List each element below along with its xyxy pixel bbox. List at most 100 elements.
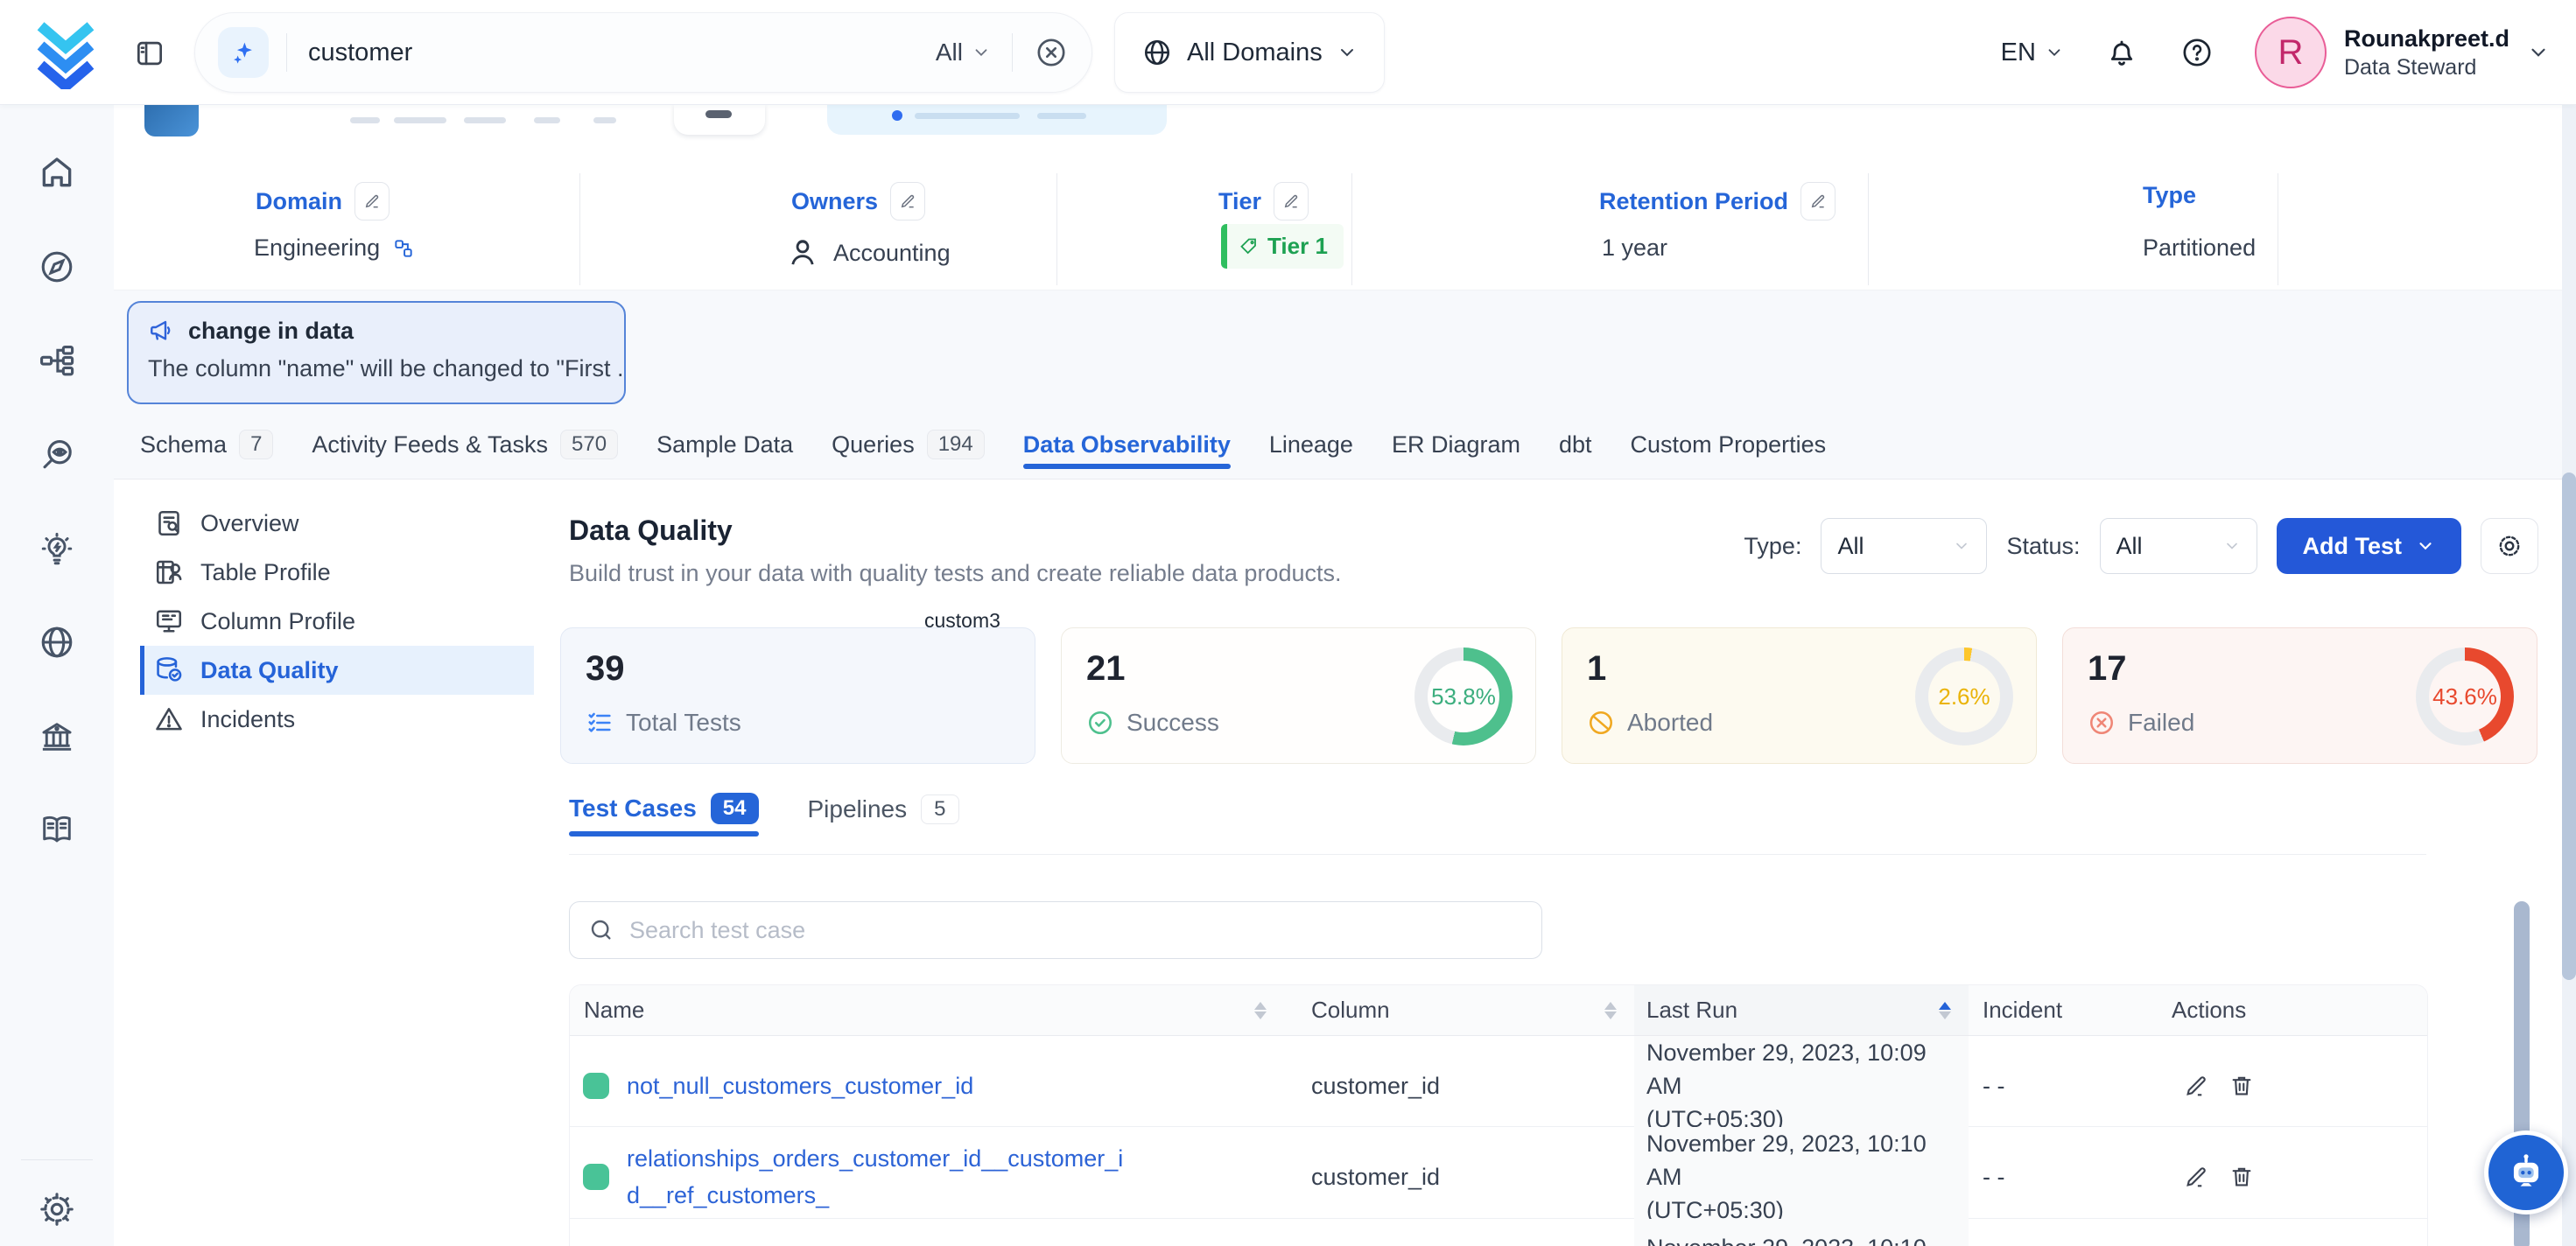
pencil-icon bbox=[363, 192, 381, 210]
tab-dbt[interactable]: dbt bbox=[1559, 431, 1592, 462]
chevron-down-icon bbox=[2045, 43, 2064, 62]
total-tests-value: 39 bbox=[586, 649, 1010, 689]
top-navbar: All All Domains EN bbox=[0, 0, 2576, 105]
sidebar-observability-icon[interactable] bbox=[38, 436, 76, 474]
clear-search-icon[interactable] bbox=[1034, 35, 1069, 70]
incidents-icon bbox=[153, 704, 185, 735]
chevron-down-icon bbox=[1953, 537, 1970, 555]
menu-item-table-profile[interactable]: Table Profile bbox=[140, 548, 534, 597]
type-label: Type bbox=[2143, 182, 2196, 209]
add-test-button[interactable]: Add Test bbox=[2277, 518, 2462, 574]
total-tests-card[interactable]: 39 Total Tests bbox=[560, 627, 1035, 764]
table-header-row: Name Column Last Run Incident Actions bbox=[570, 985, 2427, 1036]
last-run-cell: November 29, 2023, 10:10 AM(UTC+05:30) bbox=[1634, 1127, 1969, 1227]
edit-tier-button[interactable] bbox=[1274, 182, 1309, 220]
tab-activity-feeds[interactable]: Activity Feeds & Tasks570 bbox=[312, 430, 618, 463]
search-divider bbox=[1012, 33, 1013, 72]
edit-retention-button[interactable] bbox=[1800, 182, 1835, 220]
sort-icon[interactable] bbox=[1604, 1002, 1617, 1019]
subtab-test-cases[interactable]: Test Cases 54 bbox=[569, 793, 759, 836]
clipped-breadcrumb-fragment bbox=[593, 117, 616, 123]
delete-test-icon[interactable] bbox=[2229, 1164, 2255, 1190]
pipelines-count-badge: 5 bbox=[921, 794, 958, 824]
clipped-breadcrumb-fragment bbox=[464, 117, 506, 123]
menu-item-incidents[interactable]: Incidents bbox=[140, 695, 534, 744]
header-last-run[interactable]: Last Run bbox=[1634, 985, 1969, 1035]
sidebar-glossary-icon[interactable] bbox=[38, 810, 76, 849]
tab-data-observability[interactable]: Data Observability bbox=[1023, 431, 1231, 462]
sidebar-explore-icon[interactable] bbox=[38, 248, 76, 286]
megaphone-icon bbox=[148, 317, 176, 345]
chevron-down-icon[interactable] bbox=[2527, 41, 2550, 64]
table-row: unique_customers_customer_id customer_id… bbox=[570, 1219, 2427, 1246]
test-case-search bbox=[569, 901, 1542, 959]
tab-er-diagram[interactable]: ER Diagram bbox=[1392, 431, 1520, 462]
test-case-link[interactable]: not_null_customers_customer_id bbox=[627, 1068, 973, 1104]
success-gauge: 53.8% bbox=[1414, 648, 1513, 746]
tab-sample-data[interactable]: Sample Data bbox=[656, 431, 793, 462]
sidebar-governance-icon[interactable] bbox=[38, 718, 76, 756]
sidebar-settings-icon[interactable] bbox=[38, 1190, 76, 1228]
tier-badge: Tier 1 bbox=[1221, 224, 1344, 269]
edit-domain-button[interactable] bbox=[354, 182, 390, 220]
type-filter-select[interactable]: All bbox=[1821, 518, 1987, 574]
failed-tests-card[interactable]: 17 Failed 43.6% bbox=[2062, 627, 2537, 764]
test-subtabs: Test Cases 54 Pipelines 5 bbox=[569, 784, 959, 836]
subtab-pipelines[interactable]: Pipelines 5 bbox=[808, 794, 959, 836]
header-actions: Actions bbox=[2137, 985, 2428, 1035]
global-search-input[interactable] bbox=[308, 38, 936, 67]
tier-label: Tier bbox=[1218, 182, 1309, 220]
aborted-label: Aborted bbox=[1627, 709, 1713, 737]
last-run-cell: November 29, 2023, 10:10 AM bbox=[1634, 1219, 1969, 1246]
tab-queries[interactable]: Queries194 bbox=[832, 430, 985, 463]
delete-test-icon[interactable] bbox=[2229, 1073, 2255, 1099]
sidebar-home-icon[interactable] bbox=[38, 153, 76, 192]
test-case-search-input[interactable] bbox=[629, 917, 1524, 944]
data-quality-icon bbox=[153, 654, 185, 686]
clipped-breadcrumb-fragment bbox=[534, 117, 560, 123]
edit-owners-button[interactable] bbox=[890, 182, 925, 220]
sort-icon-active[interactable] bbox=[1939, 1002, 1951, 1019]
left-sidebar bbox=[0, 105, 114, 1246]
menu-item-overview[interactable]: Overview bbox=[140, 499, 534, 548]
page-scrollbar-thumb[interactable] bbox=[2562, 472, 2576, 980]
globe-icon bbox=[1141, 37, 1173, 68]
search-scope-dropdown[interactable]: All bbox=[936, 38, 991, 66]
chat-assistant-button[interactable] bbox=[2484, 1130, 2568, 1214]
test-case-link[interactable]: relationships_orders_customer_id__custom… bbox=[627, 1140, 1134, 1214]
header-name[interactable]: Name bbox=[570, 985, 1284, 1035]
announcement-banner[interactable]: change in data The column "name" will be… bbox=[127, 301, 626, 404]
sort-icon[interactable] bbox=[1254, 1002, 1267, 1019]
type-filter-label: Type: bbox=[1744, 533, 1801, 560]
domain-value[interactable]: Engineering bbox=[254, 234, 415, 262]
owners-value[interactable]: Accounting bbox=[784, 234, 951, 271]
tab-lineage[interactable]: Lineage bbox=[1269, 431, 1353, 462]
all-domains-dropdown[interactable]: All Domains bbox=[1114, 12, 1385, 93]
tier-value[interactable]: Tier 1 bbox=[1221, 224, 1344, 269]
sidebar-insights-icon[interactable] bbox=[38, 530, 76, 569]
sidebar-domains-icon[interactable] bbox=[38, 623, 76, 662]
user-avatar[interactable]: R bbox=[2255, 17, 2327, 88]
success-tests-card[interactable]: 21 Success 53.8% bbox=[1061, 627, 1536, 764]
aborted-tests-card[interactable]: 1 Aborted 2.6% bbox=[1562, 627, 2037, 764]
header-column[interactable]: Column bbox=[1284, 985, 1634, 1035]
app-logo-icon[interactable] bbox=[30, 18, 102, 89]
ai-sparkle-icon[interactable] bbox=[218, 27, 269, 78]
menu-item-data-quality[interactable]: Data Quality bbox=[140, 646, 534, 695]
edit-test-icon[interactable] bbox=[2183, 1164, 2209, 1190]
tab-schema[interactable]: Schema7 bbox=[140, 430, 273, 463]
notifications-bell-icon[interactable] bbox=[2104, 35, 2139, 70]
sidebar-lineage-icon[interactable] bbox=[38, 341, 76, 380]
status-filter-select[interactable]: All bbox=[2100, 518, 2257, 574]
tab-custom-properties[interactable]: Custom Properties bbox=[1631, 431, 1827, 462]
help-icon[interactable] bbox=[2179, 35, 2215, 70]
language-selector[interactable]: EN bbox=[2001, 38, 2064, 67]
sidebar-toggle-icon[interactable] bbox=[133, 37, 166, 70]
test-settings-button[interactable] bbox=[2481, 518, 2538, 574]
edit-test-icon[interactable] bbox=[2183, 1073, 2209, 1099]
test-column-cell: customer_id bbox=[1284, 1127, 1634, 1227]
failed-gauge: 43.6% bbox=[2416, 648, 2514, 746]
test-column-cell: customer_id bbox=[1284, 1036, 1634, 1136]
menu-item-column-profile[interactable]: Column Profile bbox=[140, 597, 534, 646]
user-info[interactable]: Rounakpreet.d Data Steward bbox=[2344, 24, 2509, 81]
